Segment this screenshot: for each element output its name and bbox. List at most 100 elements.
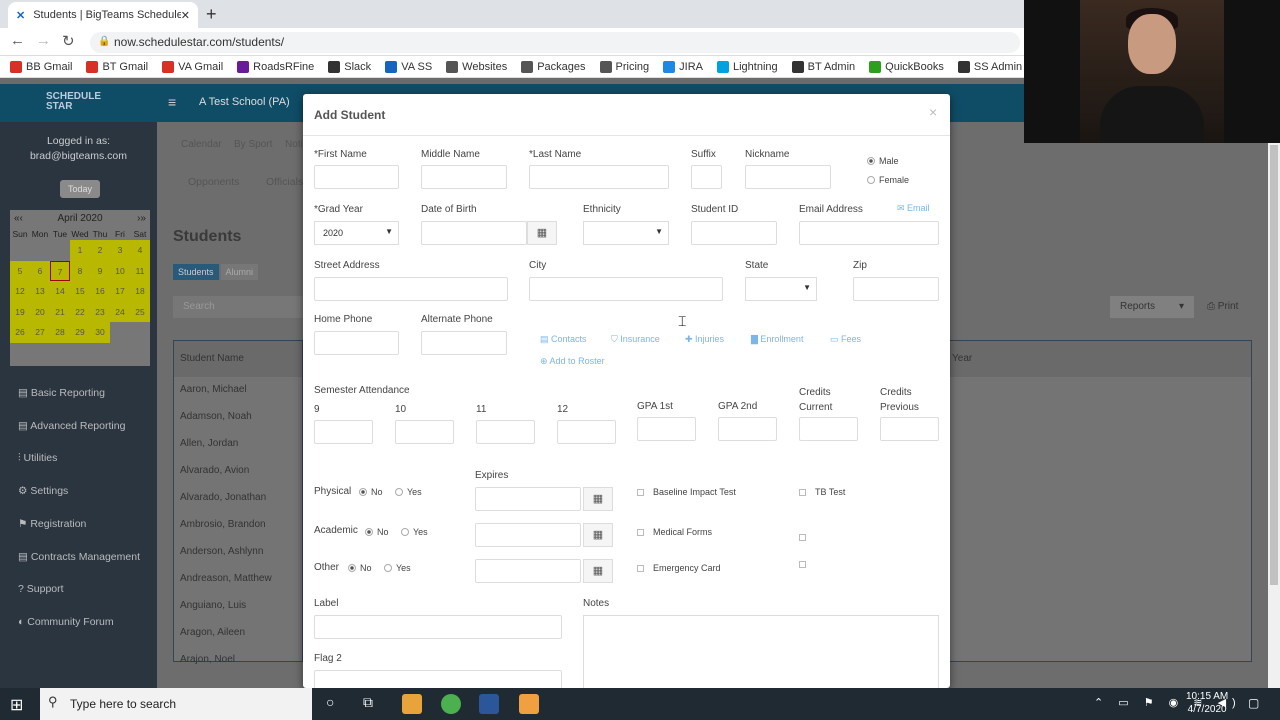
table-row[interactable]: Alvarado, Avion	[174, 458, 302, 485]
dob-input[interactable]	[421, 221, 527, 245]
calendar-day[interactable]: 2	[90, 240, 110, 261]
first-name-input[interactable]	[314, 165, 399, 189]
baseline-impact-checkbox[interactable]: Baseline Impact Test	[637, 487, 736, 497]
grade-10-input[interactable]	[395, 420, 454, 444]
bookmark-item[interactable]: SS Admin	[957, 60, 1022, 73]
grade-11-input[interactable]	[476, 420, 535, 444]
academic-no-dot[interactable]	[365, 528, 373, 536]
calendar-day[interactable]: 14	[50, 281, 70, 302]
close-tab-icon[interactable]: ✕	[181, 9, 190, 22]
bookmark-item[interactable]: Packages	[521, 60, 586, 73]
calendar-icon[interactable]: ▦	[583, 559, 613, 583]
bookmark-item[interactable]: Lightning	[717, 60, 778, 73]
chrome-icon[interactable]	[441, 694, 461, 714]
add-to-roster-link[interactable]: ⊕ Add to Roster	[540, 356, 605, 367]
calendar-icon[interactable]: ▦	[583, 523, 613, 547]
table-row[interactable]: Arajon, Noel	[174, 647, 302, 674]
table-row[interactable]: Allen, Jordan	[174, 431, 302, 458]
taskbar-search[interactable]: Type here to search	[40, 688, 312, 720]
school-name[interactable]: A Test School (PA)	[199, 96, 290, 108]
calendar-day[interactable]: 28	[50, 322, 70, 343]
calendar-day[interactable]: 1	[70, 240, 90, 261]
bookmark-item[interactable]: VA Gmail	[162, 60, 223, 73]
table-row[interactable]: Adamson, Noah	[174, 404, 302, 431]
hamburger-icon[interactable]: ≡	[168, 94, 176, 110]
academic-expires-input[interactable]	[475, 523, 581, 547]
flag2-input[interactable]	[314, 670, 562, 688]
calendar-day[interactable]: 13	[30, 281, 50, 302]
calendar-day[interactable]: 30	[90, 322, 110, 343]
physical-yes-dot[interactable]	[395, 488, 403, 496]
calendar-day[interactable]: 10	[110, 260, 130, 281]
print-button[interactable]: ⎙ Print	[1202, 296, 1243, 317]
bookmark-item[interactable]: Pricing	[599, 60, 649, 73]
new-tab-button[interactable]: +	[206, 4, 217, 25]
calendar-day[interactable]: 29	[70, 322, 90, 343]
other-yes-dot[interactable]	[384, 564, 392, 572]
email-link[interactable]: ✉ Email	[897, 203, 930, 214]
next-month-icon[interactable]: ›»	[137, 210, 146, 228]
bookmark-item[interactable]: JIRA	[663, 60, 703, 73]
calendar-day[interactable]: 8	[70, 260, 90, 281]
calendar-day[interactable]: 4	[130, 240, 150, 261]
calendar-day[interactable]: 23	[90, 301, 110, 322]
nickname-input[interactable]	[745, 165, 831, 189]
gpa-2nd-input[interactable]	[718, 417, 777, 441]
nav-by-sport[interactable]: By Sport	[234, 139, 272, 150]
ethnicity-select[interactable]: ▼	[583, 221, 669, 245]
sidebar-item[interactable]: ⚑ Registration	[18, 518, 86, 530]
nav-notifications[interactable]: Noti	[285, 139, 303, 150]
calendar-day[interactable]: 3	[110, 240, 130, 261]
table-row[interactable]: Alvarado, Jonathan	[174, 485, 302, 512]
sidebar-item[interactable]: ⚙ Settings	[18, 485, 68, 497]
sidebar-item[interactable]: ? Support	[18, 583, 64, 595]
medical-check-box[interactable]	[637, 528, 644, 536]
table-row[interactable]: Andreason, Matthew	[174, 566, 302, 593]
sidebar-item[interactable]: ▤ Contracts Management	[18, 551, 140, 563]
calendar-day[interactable]: 15	[70, 281, 90, 302]
calendar-icon[interactable]: ▦	[527, 221, 557, 245]
bookmark-item[interactable]: BT Gmail	[86, 60, 148, 73]
medical-forms-checkbox[interactable]: Medical Forms	[637, 527, 712, 537]
suffix-input[interactable]	[691, 165, 722, 189]
last-name-input[interactable]	[529, 165, 669, 189]
student-name-header[interactable]: Student Name	[174, 341, 302, 377]
extra-check-box[interactable]	[799, 561, 806, 568]
middle-name-input[interactable]	[421, 165, 507, 189]
zip-input[interactable]	[853, 277, 939, 301]
table-row[interactable]: Aragon, Aileen	[174, 620, 302, 647]
calendar-day[interactable]: 24	[110, 301, 130, 322]
bookmark-item[interactable]: Websites	[446, 60, 507, 73]
year-header[interactable]: Year	[948, 341, 1251, 377]
calendar-day[interactable]: 18	[130, 281, 150, 302]
cortana-icon[interactable]: ○	[326, 694, 334, 710]
emergency-card-checkbox[interactable]: Emergency Card	[637, 563, 721, 573]
other-no-dot[interactable]	[348, 564, 356, 572]
grad-year-select[interactable]: 2020 ▼	[314, 221, 399, 245]
baseline-check-box[interactable]	[637, 488, 644, 496]
tb-test-checkbox-2[interactable]	[799, 534, 806, 541]
tab-alumni[interactable]: Alumni	[220, 264, 259, 280]
physical-expires-input[interactable]	[475, 487, 581, 511]
calendar-day[interactable]: 12	[10, 281, 30, 302]
gpa-1st-input[interactable]	[637, 417, 696, 441]
sidebar-item[interactable]: ▤ Basic Reporting	[18, 387, 105, 399]
taskbar-clock[interactable]: 10:15 AM 4/7/2020	[1186, 690, 1228, 716]
notes-textarea[interactable]	[583, 615, 939, 688]
calendar-day[interactable]: 26	[10, 322, 30, 343]
calendar-day[interactable]: 21	[50, 301, 70, 322]
academic-yes-dot[interactable]	[401, 528, 409, 536]
calendar-day[interactable]: 5	[10, 260, 30, 281]
physical-no-radio[interactable]: No	[359, 487, 383, 497]
calendar-day[interactable]: 11	[130, 260, 150, 281]
lock-icon[interactable]: 🔒	[98, 36, 110, 47]
calendar-day[interactable]: 17	[110, 281, 130, 302]
bookmark-item[interactable]: RoadsRFine	[237, 60, 314, 73]
bookmark-item[interactable]: Slack	[328, 60, 371, 73]
word-icon[interactable]	[479, 694, 499, 714]
table-row[interactable]: Anderson, Ashlynn	[174, 539, 302, 566]
other-expires-input[interactable]	[475, 559, 581, 583]
calendar-day[interactable]: 20	[30, 301, 50, 322]
state-select[interactable]: ▼	[745, 277, 817, 301]
physical-no-dot[interactable]	[359, 488, 367, 496]
